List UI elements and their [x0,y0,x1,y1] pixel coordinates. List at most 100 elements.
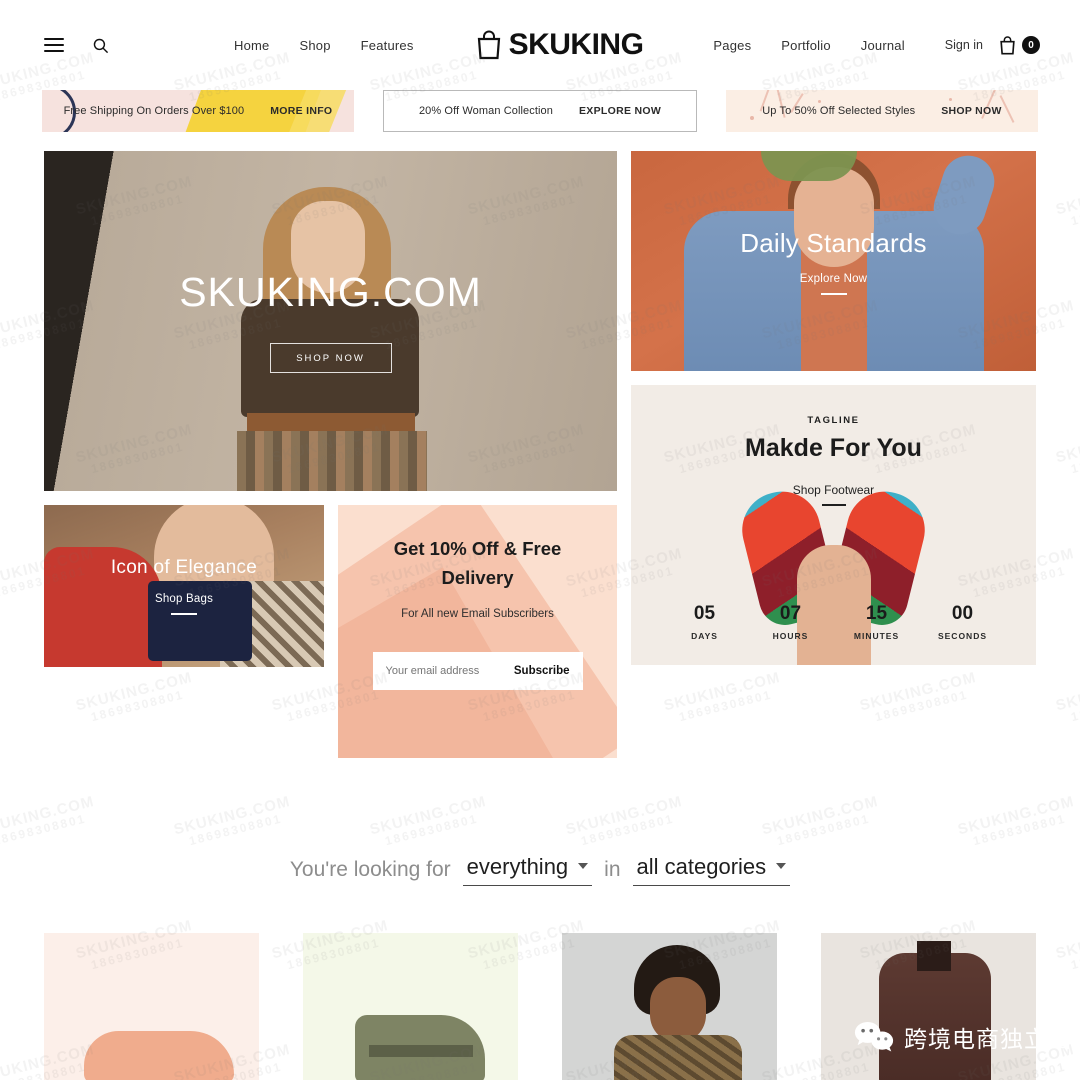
nav-item-portfolio[interactable]: Portfolio [781,38,831,53]
filter-what-select[interactable]: everything [462,854,593,886]
brand-logo[interactable]: SKUKING [476,28,644,62]
hero-model-illustration [181,181,481,491]
watermark-text: SKUKING.COM18698308801 [956,793,1077,848]
product-tile-3[interactable] [562,933,777,1080]
filter-category-value: all categories [636,854,767,879]
countdown-minutes: 15 MINUTES [834,603,920,641]
product-3-image [614,1035,742,1080]
cart-button[interactable]: 0 [999,35,1040,55]
promo-cta[interactable]: EXPLORE NOW [579,105,661,117]
promo-banner-selected-styles[interactable]: Up To 50% Off Selected Styles SHOP NOW [726,90,1038,132]
promo-text: Up To 50% Off Selected Styles [762,105,916,117]
promo-text: 20% Off Woman Collection [418,105,553,117]
primary-nav-right: Pages Portfolio Journal [713,38,904,53]
product-4-image [879,953,991,1080]
newsletter-form: Subscribe [372,652,583,691]
cart-count-badge: 0 [1022,36,1040,54]
newsletter-card: Get 10% Off & Free Delivery For All new … [338,505,617,758]
bags-card-rule [171,613,197,615]
promo-dot-decoration [750,116,754,120]
promo-banner-free-shipping[interactable]: Free Shipping On Orders Over $100 MORE I… [42,90,354,132]
countdown-days-label: DAYS [691,631,718,641]
page-root: Home Shop Features SKUKING Pages Portfol… [0,0,1080,1080]
hamburger-menu-icon[interactable] [42,33,66,57]
chevron-down-icon [578,862,589,869]
chevron-down-icon [776,862,787,869]
promo-cta[interactable]: MORE INFO [270,105,332,117]
search-icon[interactable] [88,33,112,57]
countdown-days-value: 05 [693,603,716,624]
product-grid [0,933,1080,1080]
filter-lead-text: You're looking for [289,858,451,881]
watermark-text: SKUKING.COM18698308801 [760,793,881,848]
hero-main-banner[interactable]: SKUKING.COM SHOP NOW [44,151,617,491]
hero-shop-now-button[interactable]: SHOP NOW [269,343,392,373]
promo-leaf-decoration [999,95,1015,123]
footwear-tagline: TAGLINE [807,415,860,426]
watermark-text: SKUKING.COM18698308801 [172,793,293,848]
product-2-strap [369,1045,473,1057]
countdown-minutes-label: MINUTES [853,631,900,641]
daily-card-cta[interactable]: Explore Now [800,273,867,285]
brand-name: SKUKING [508,28,644,61]
header-left-tools [0,33,112,57]
bags-promo-card[interactable]: Icon of Elegance Shop Bags [44,505,324,667]
product-1-image [84,1031,234,1080]
countdown-timer: 05 DAYS 07 HOURS 15 MINUTES 00 SECONDS [631,603,1036,641]
newsletter-email-input[interactable] [385,665,504,678]
watermark-text: SKUKING.COM18698308801 [368,793,489,848]
countdown-hours-label: HOURS [772,631,809,641]
site-header: Home Shop Features SKUKING Pages Portfol… [0,0,1080,90]
daily-card-rule [820,292,847,295]
bags-card-title: Icon of Elegance [110,557,258,578]
daily-card-title: Daily Standards [740,227,927,258]
product-3-face [650,977,706,1043]
product-tile-4[interactable] [821,933,1036,1080]
hero-title: SKUKING.COM [179,269,482,315]
cart-bag-icon [1000,35,1015,55]
nav-item-journal[interactable]: Journal [861,38,905,53]
nav-item-home[interactable]: Home [234,38,269,53]
shopping-bag-icon [477,30,500,60]
footwear-countdown-card[interactable]: TAGLINE Makde For You Shop Footwear 05 D… [631,385,1036,665]
countdown-hours: 07 HOURS [748,603,834,641]
bags-card-cta[interactable]: Shop Bags [155,593,213,605]
newsletter-subscribe-button[interactable]: Subscribe [514,665,570,677]
promo-cta[interactable]: SHOP NOW [941,105,1002,117]
countdown-seconds-value: 00 [951,603,974,624]
footwear-cta[interactable]: Shop Footwear [793,483,874,497]
sign-in-link[interactable]: Sign in [945,38,983,52]
promo-text: Free Shipping On Orders Over $100 [63,105,245,117]
hero-left-column: SKUKING.COM SHOP NOW Icon of Elegance Sh… [44,151,617,758]
countdown-hours-value: 07 [779,603,802,624]
footwear-rule [821,504,846,506]
search-filter-bar: You're looking for everything in all cat… [0,854,1080,886]
newsletter-title: Get 10% Off & Free Delivery [393,538,562,588]
promo-banner-row: Free Shipping On Orders Over $100 MORE I… [0,90,1080,132]
header-account-area: Sign in 0 [945,35,1080,55]
countdown-minutes-value: 15 [865,603,888,624]
newsletter-subtitle: For All new Email Subscribers [401,608,554,621]
product-4-collar [917,941,951,971]
filter-category-select[interactable]: all categories [632,854,791,886]
filter-joiner-text: in [604,858,621,881]
countdown-seconds-label: SECONDS [937,631,988,641]
watermark-text: SKUKING.COM18698308801 [0,793,97,848]
promo-banner-woman-collection[interactable]: 20% Off Woman Collection EXPLORE NOW [383,90,697,132]
promo-dot-decoration [949,98,952,101]
hero-right-column: Daily Standards Explore Now TAGLINE Makd… [631,151,1036,758]
daily-standards-card[interactable]: Daily Standards Explore Now [631,151,1036,371]
promo-dot-decoration [818,100,821,103]
nav-item-pages[interactable]: Pages [713,38,751,53]
product-tile-2[interactable] [303,933,518,1080]
filter-what-value: everything [466,854,569,879]
footwear-title: Makde For You [745,434,922,462]
hero-grid: SKUKING.COM SHOP NOW Icon of Elegance Sh… [0,151,1080,758]
countdown-days: 05 DAYS [662,603,748,641]
product-tile-1[interactable] [44,933,259,1080]
hero-left-bottom-row: Icon of Elegance Shop Bags Get 10% Off &… [44,505,617,758]
watermark-text: SKUKING.COM18698308801 [564,793,685,848]
countdown-seconds: 00 SECONDS [920,603,1006,641]
nav-item-features[interactable]: Features [361,38,414,53]
nav-item-shop[interactable]: Shop [299,38,330,53]
